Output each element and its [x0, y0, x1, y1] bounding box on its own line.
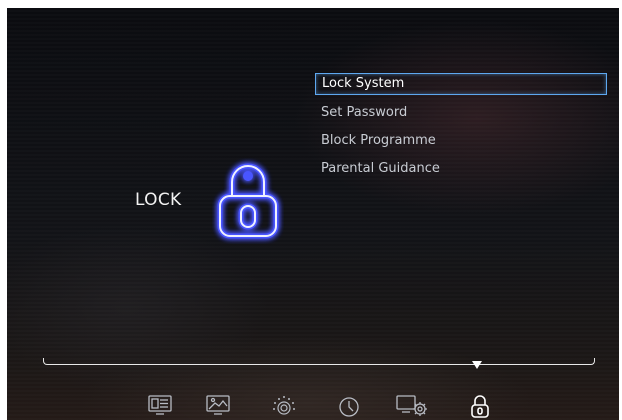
- menu-item-lock-system[interactable]: Lock System: [315, 73, 607, 95]
- nav-bar-line: [43, 358, 595, 365]
- sound-icon[interactable]: [271, 394, 297, 418]
- picture-icon[interactable]: [205, 394, 231, 416]
- page-title: LOCK: [135, 190, 182, 210]
- menu-item-parental-guidance[interactable]: Parental Guidance: [315, 157, 607, 185]
- menu-item-set-password[interactable]: Set Password: [315, 101, 607, 129]
- setup-icon[interactable]: [395, 394, 429, 418]
- channel-list-icon[interactable]: [147, 394, 173, 416]
- clock-icon[interactable]: [337, 394, 361, 418]
- large-lock-icon: [217, 163, 279, 239]
- nav-pointer-icon: [472, 361, 482, 369]
- lock-menu: Lock System Set Password Block Programme…: [315, 73, 607, 185]
- menu-item-block-programme[interactable]: Block Programme: [315, 129, 607, 157]
- tv-menu-screen: LOCK Lock System Set Password Block Prog…: [7, 8, 619, 420]
- lock-icon[interactable]: [469, 394, 491, 420]
